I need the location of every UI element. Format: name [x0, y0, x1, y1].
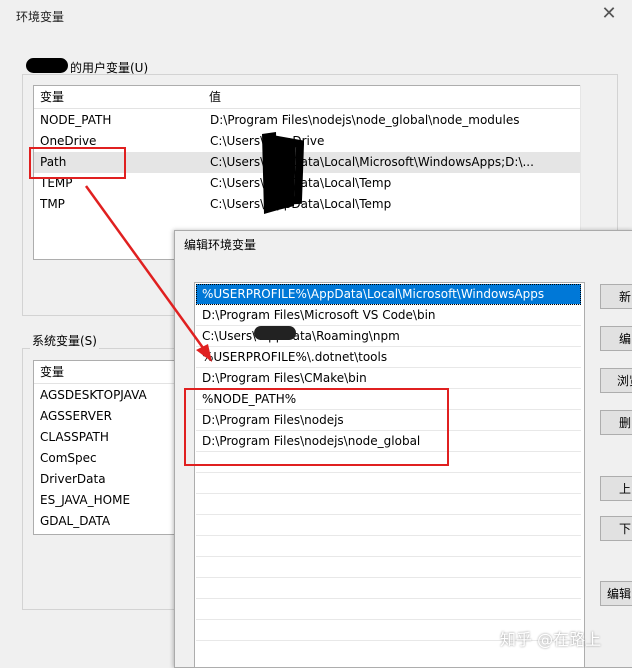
arrow-head — [196, 344, 212, 362]
annotation-arrow — [84, 185, 212, 362]
watermark: 知乎 @在路上 — [500, 630, 602, 649]
arrow-line — [84, 185, 208, 353]
